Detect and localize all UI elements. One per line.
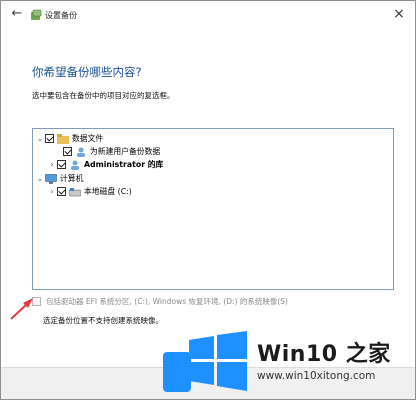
drive-icon [69,187,81,196]
page-instruction: 选中要包含在备份中的项目对应的复选框。 [32,91,175,100]
tree-item-administrator-libraries[interactable]: › Administrator 的库 [47,158,163,171]
system-image-label: 包括驱动器 EFI 系统分区, (C:), Windows 恢复环境, (D:)… [46,297,288,306]
system-image-note: 选定备份位置不支持创建系统映像。 [43,316,163,325]
watermark-url: www.win10xitong.com [257,370,376,382]
tree-item-label: Administrator 的库 [84,160,164,169]
window-title: 设置备份 [45,11,77,20]
windows-logo-icon [189,331,247,391]
user-icon [77,147,85,157]
watermark-brand: Win10 之家 [257,342,391,367]
watermark: Win10 之家 www.win10xitong.com [183,330,413,398]
local-disk-checkbox[interactable] [57,187,66,196]
page-heading: 你希望备份哪些内容? [32,65,142,79]
tree-item-label: 计算机 [60,174,84,183]
collapsed-chevron-icon[interactable]: › [47,160,57,169]
tree-item-data-files[interactable]: ⌄ 数据文件 [35,132,103,145]
expanded-chevron-icon[interactable]: ⌄ [35,134,45,143]
collapsed-chevron-icon[interactable]: › [47,187,57,196]
tree-item-label: 数据文件 [72,134,104,143]
new-users-checkbox[interactable] [63,147,72,156]
backup-item-tree[interactable]: ⌄ 数据文件 为新建用户备份数据 › Administrator 的库 ⌄ 计算… [32,128,394,290]
close-button[interactable]: × [389,5,409,23]
backup-app-icon [31,9,42,20]
red-pointer-arrow-icon [10,298,33,320]
title-bar: ← 设置备份 × [1,1,415,31]
administrator-checkbox[interactable] [57,160,66,169]
system-image-option: 包括驱动器 EFI 系统分区, (C:), Windows 恢复环境, (D:)… [32,296,288,307]
data-files-checkbox[interactable] [45,134,54,143]
libraries-icon [57,133,69,144]
tree-item-label: 为新建用户备份数据 [90,147,161,156]
tree-item-label: 本地磁盘 (C:) [84,187,132,196]
back-arrow-icon[interactable]: ← [10,7,24,21]
tree-item-new-users[interactable]: 为新建用户备份数据 [53,145,160,158]
expanded-chevron-icon[interactable]: ⌄ [35,174,45,183]
computer-icon [45,173,57,184]
tree-item-local-disk-c[interactable]: › 本地磁盘 (C:) [47,185,132,198]
tree-item-computer[interactable]: ⌄ 计算机 [35,172,83,185]
user-icon [71,160,79,170]
